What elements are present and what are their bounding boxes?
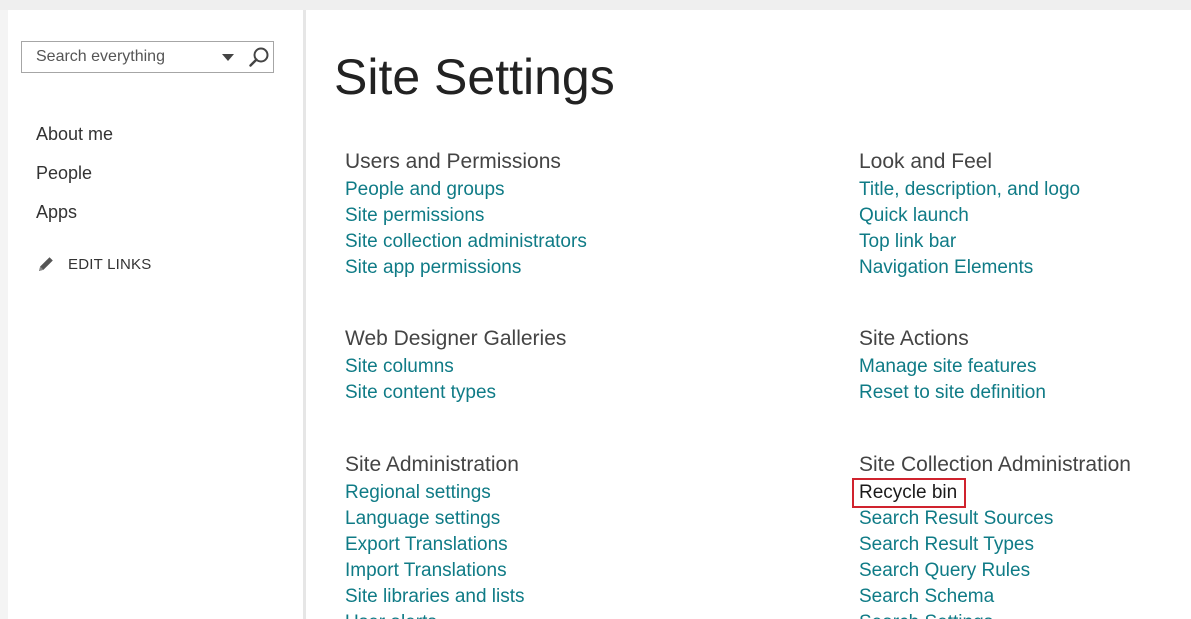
link-quick-launch[interactable]: Quick launch [859,203,1080,229]
link-site-columns[interactable]: Site columns [345,354,566,380]
section-heading: Site Administration [345,453,519,476]
link-navigation-elements[interactable]: Navigation Elements [859,255,1080,281]
search-icon[interactable] [248,46,270,68]
link-language-settings[interactable]: Language settings [345,506,525,532]
link-top-link-bar[interactable]: Top link bar [859,229,1080,255]
link-import-translations[interactable]: Import Translations [345,558,525,584]
link-search-query-rules[interactable]: Search Query Rules [859,558,1131,584]
link-user-alerts[interactable]: User alerts [345,610,525,619]
link-search-result-types[interactable]: Search Result Types [859,532,1131,558]
link-site-libraries-and-lists[interactable]: Site libraries and lists [345,584,525,610]
nav-item-apps[interactable]: Apps [36,193,113,232]
edit-links-button[interactable]: EDIT LINKS [36,253,151,275]
link-site-collection-administrators[interactable]: Site collection administrators [345,229,587,255]
pencil-icon [39,257,53,271]
link-search-result-sources[interactable]: Search Result Sources [859,506,1131,532]
search-box [21,41,274,73]
nav-item-people[interactable]: People [36,154,113,193]
link-title-description-logo[interactable]: Title, description, and logo [859,177,1080,203]
section-heading: Look and Feel [859,150,993,173]
link-regional-settings[interactable]: Regional settings [345,480,525,506]
link-export-translations[interactable]: Export Translations [345,532,525,558]
link-site-content-types[interactable]: Site content types [345,380,566,406]
quick-launch-nav: About me People Apps [36,115,113,232]
section-heading: Users and Permissions [345,150,561,173]
chevron-down-icon[interactable] [222,54,234,61]
edit-links-label: EDIT LINKS [68,255,152,273]
section-look-and-feel: Look and Feel Title, description, and lo… [859,149,1080,281]
section-heading: Web Designer Galleries [345,327,567,350]
section-site-administration: Site Administration Regional settings La… [345,452,525,619]
section-heading: Site Collection Administration [859,453,1131,476]
section-web-designer-galleries: Web Designer Galleries Site columns Site… [345,326,566,406]
top-strip [0,0,1191,10]
main-content: Site Settings Users and Permissions Peop… [306,10,1191,619]
link-site-app-permissions[interactable]: Site app permissions [345,255,587,281]
nav-item-about-me[interactable]: About me [36,115,113,154]
link-recycle-bin[interactable]: Recycle bin [851,478,967,508]
link-search-schema[interactable]: Search Schema [859,584,1131,610]
link-reset-to-site-definition[interactable]: Reset to site definition [859,380,1046,406]
section-users-and-permissions: Users and Permissions People and groups … [345,149,587,281]
section-site-actions: Site Actions Manage site features Reset … [859,326,1046,406]
link-site-permissions[interactable]: Site permissions [345,203,587,229]
link-search-settings[interactable]: Search Settings [859,610,1131,619]
left-sidebar: About me People Apps EDIT LINKS [8,10,303,619]
section-site-collection-administration: Site Collection Administration Recycle b… [851,452,1131,619]
page-title: Site Settings [334,49,615,105]
section-heading: Site Actions [859,327,969,350]
link-manage-site-features[interactable]: Manage site features [859,354,1046,380]
link-people-and-groups[interactable]: People and groups [345,177,587,203]
search-input[interactable] [22,42,226,72]
